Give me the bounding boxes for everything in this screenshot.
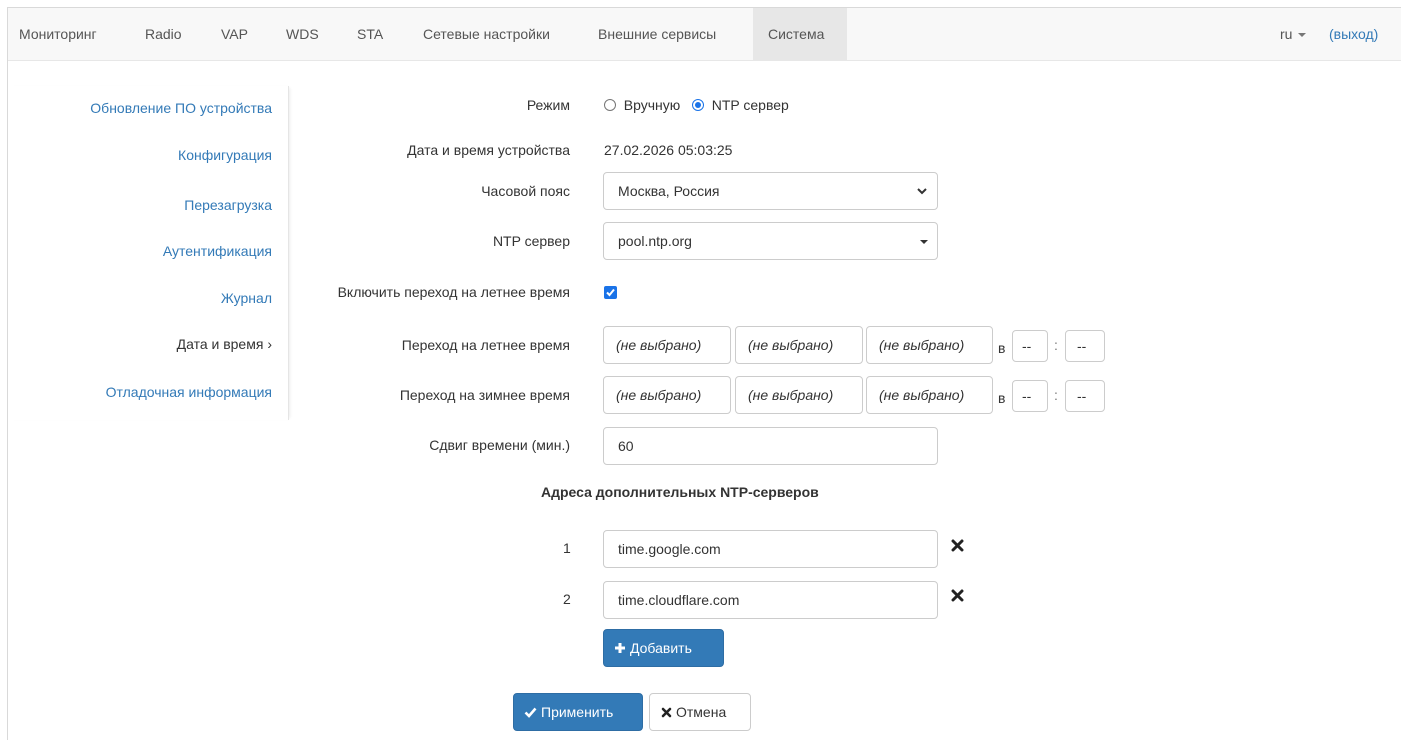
dst-end-month-select[interactable]: (не выбрано) <box>603 376 731 414</box>
extra-ntp-index-1: 1 <box>563 540 571 556</box>
sidebar-item-authentication[interactable]: Аутентификация <box>163 243 272 259</box>
mode-label: Режим <box>526 97 570 113</box>
dst-end-week-select[interactable]: (не выбрано) <box>735 376 863 414</box>
sidebar-item-debug-info[interactable]: Отладочная информация <box>106 384 272 400</box>
apply-label: Применить <box>541 704 614 720</box>
extra-ntp-input-1[interactable]: time.google.com <box>603 530 938 568</box>
check-icon <box>606 288 615 297</box>
nav-wds[interactable]: WDS <box>286 8 319 60</box>
nav-vap[interactable]: VAP <box>221 8 248 60</box>
nav-system[interactable]: Система <box>753 8 847 60</box>
sidebar-item-log[interactable]: Журнал <box>221 290 272 306</box>
ntp-server-label: NTP сервер <box>492 233 570 249</box>
language-label: ru <box>1280 26 1293 42</box>
sidebar-item-configuration[interactable]: Конфигурация <box>178 147 272 163</box>
datetime-value: 27.02.2026 05:03:25 <box>604 142 733 158</box>
timezone-select[interactable]: Москва, Россия <box>603 172 938 210</box>
dst-start-at-label: в <box>998 340 1006 356</box>
extra-ntp-title: Адреса дополнительных NTP-серверов <box>541 484 819 500</box>
add-server-button[interactable]: Добавить <box>603 629 724 667</box>
radio-manual[interactable]: Вручную <box>604 97 680 113</box>
time-shift-input[interactable]: 60 <box>603 427 938 465</box>
dst-start-minute-select[interactable]: -- <box>1065 330 1105 362</box>
dst-start-month-select[interactable]: (не выбрано) <box>603 326 731 364</box>
mode-radio-group: Вручную NTP сервер <box>604 97 789 113</box>
cancel-button[interactable]: Отмена <box>649 693 751 731</box>
dst-start-time-sep: : <box>1054 337 1058 353</box>
radio-ntp[interactable]: NTP сервер <box>691 97 789 113</box>
dst-end-label: Переход на зимнее время <box>399 387 570 403</box>
timezone-value: Москва, Россия <box>618 183 720 199</box>
nav-external-services[interactable]: Внешние сервисы <box>598 8 716 60</box>
chevron-down-icon <box>917 188 927 195</box>
radio-manual-icon[interactable] <box>604 99 616 111</box>
sidebar-item-label: Дата и время <box>176 336 264 352</box>
radio-ntp-label: NTP сервер <box>711 97 789 113</box>
dst-start-week-select[interactable]: (не выбрано) <box>735 326 863 364</box>
remove-icon[interactable] <box>951 539 964 552</box>
caret-down-icon <box>920 240 928 244</box>
top-navbar: Мониторинг Radio VAP WDS STA Сетевые нас… <box>8 8 1401 61</box>
sidebar-item-reboot[interactable]: Перезагрузка <box>184 197 272 213</box>
plus-icon <box>615 643 625 653</box>
nav-radio[interactable]: Radio <box>145 8 182 60</box>
dst-enable-checkbox[interactable] <box>604 286 617 299</box>
extra-ntp-index-2: 2 <box>563 591 571 607</box>
logout-link[interactable]: (выход) <box>1329 8 1378 60</box>
check-icon <box>524 707 537 718</box>
time-shift-label: Сдвиг времени (мин.) <box>429 437 570 453</box>
radio-ntp-icon[interactable] <box>691 99 704 111</box>
dst-start-label: Переход на летнее время <box>401 337 570 353</box>
dst-end-at-label: в <box>998 390 1006 406</box>
nav-monitoring[interactable]: Мониторинг <box>19 8 97 60</box>
dst-end-minute-select[interactable]: -- <box>1065 380 1105 412</box>
remove-icon[interactable] <box>951 589 964 602</box>
chevron-right-icon: › <box>267 336 272 352</box>
timezone-label: Часовой пояс <box>481 183 570 199</box>
dst-start-day-select[interactable]: (не выбрано) <box>866 326 993 364</box>
dst-end-day-select[interactable]: (не выбрано) <box>866 376 993 414</box>
cancel-label: Отмена <box>676 704 727 720</box>
ntp-server-combobox[interactable]: pool.ntp.org <box>603 222 938 260</box>
caret-down-icon <box>1298 33 1307 38</box>
sidebar-item-datetime[interactable]: Дата и время › <box>177 336 272 352</box>
apply-button[interactable]: Применить <box>513 693 643 731</box>
ntp-server-value: pool.ntp.org <box>618 233 692 249</box>
extra-ntp-input-2[interactable]: time.cloudflare.com <box>603 581 938 619</box>
language-dropdown[interactable]: ru <box>1280 8 1307 60</box>
add-server-label: Добавить <box>630 640 692 656</box>
close-icon <box>661 707 672 718</box>
dst-start-hour-select[interactable]: -- <box>1012 330 1048 362</box>
datetime-label: Дата и время устройства <box>407 142 570 158</box>
dst-end-time-sep: : <box>1054 387 1058 403</box>
sidebar-item-firmware-update[interactable]: Обновление ПО устройства <box>90 100 272 116</box>
nav-sta[interactable]: STA <box>357 8 383 60</box>
radio-manual-label: Вручную <box>623 97 681 113</box>
nav-network-settings[interactable]: Сетевые настройки <box>423 8 550 60</box>
dst-end-hour-select[interactable]: -- <box>1012 380 1048 412</box>
sidebar: Обновление ПО устройства Конфигурация Пе… <box>8 86 289 420</box>
dst-enable-label: Включить переход на летнее время <box>337 284 570 300</box>
